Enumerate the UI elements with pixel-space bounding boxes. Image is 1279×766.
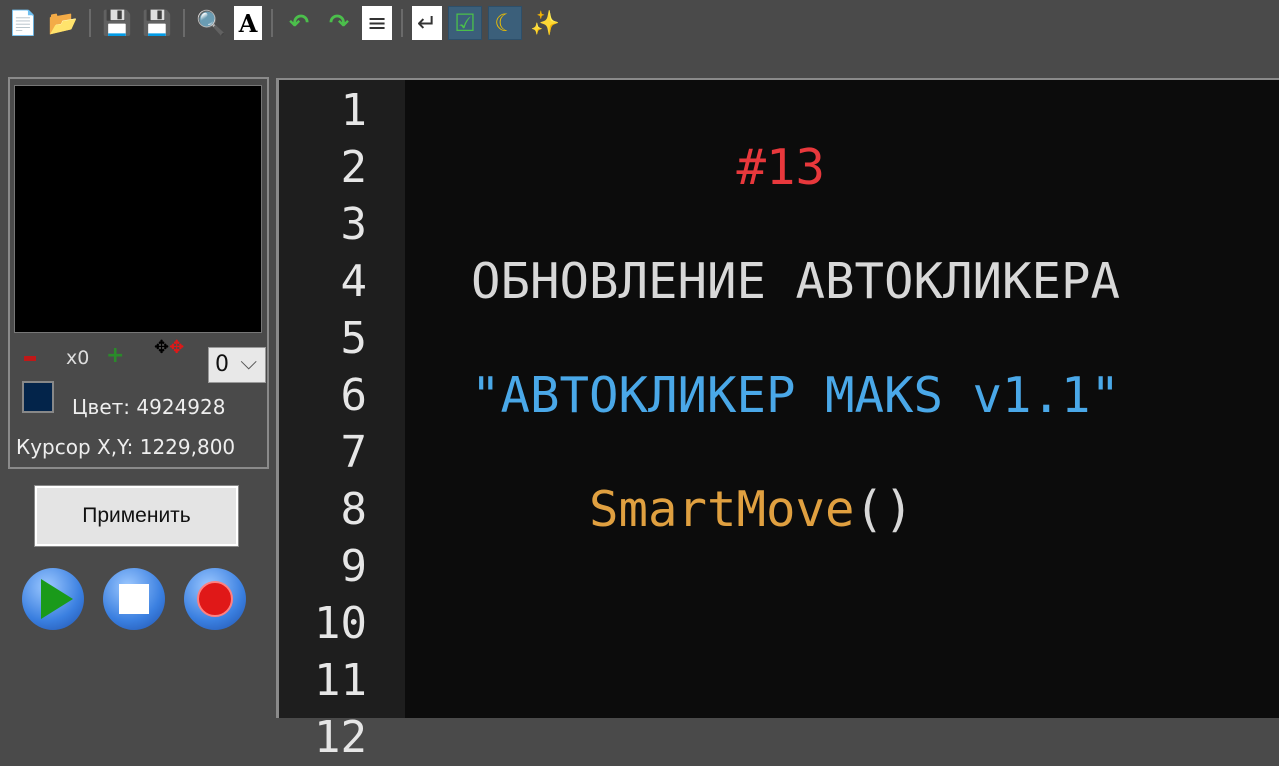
open-folder-icon[interactable]: 📂 [46,6,80,40]
checklist-icon[interactable]: ☑ [448,6,482,40]
line-number: 5 [340,313,368,364]
code-line: SmartMove() [471,481,914,538]
zoom-select[interactable]: 0 ⌵ [208,347,266,383]
undo-icon[interactable]: ↶ [282,6,316,40]
line-number: 8 [340,484,368,535]
color-swatch [22,381,54,413]
line-number: 3 [340,199,368,250]
line-number: 6 [340,370,368,421]
magic-wand-icon[interactable]: ✨ [528,6,562,40]
stop-icon [119,584,149,614]
play-icon [41,579,73,619]
code-line: "АВТОКЛИКЕР MAKS v1.1" [471,367,1120,424]
separator [271,9,273,37]
line-number-gutter: 1 2 3 4 5 6 7 8 9 10 11 12 [279,80,405,763]
magnifier-preview [14,85,262,333]
toolbar: 📄 📂 💾 💾 🔍 A ↶ ↷ ≡ ↵ ☑ ☾ ✨ [0,0,1279,46]
code-text: "АВТОКЛИКЕР MAKS v1.1" [471,367,1121,424]
move-cursor-icon[interactable]: ✥✥ [154,337,184,358]
zoom-select-value: 0 [215,352,229,377]
line-number: 4 [340,256,368,307]
save-icon[interactable]: 💾 [100,6,134,40]
code-text: ОБНОВЛЕНИЕ АВТОКЛИКЕРА [471,253,1121,310]
line-number: 7 [340,427,368,478]
code-line: ОБНОВЛЕНИЕ АВТОКЛИКЕРА [471,253,1120,310]
dark-mode-icon[interactable]: ☾ [488,6,522,40]
code-line: #13 [471,139,826,196]
line-number: 10 [314,598,367,649]
zoom-out-icon[interactable] [24,356,36,361]
line-number: 2 [340,142,368,193]
word-wrap-icon[interactable]: ↵ [412,6,442,40]
zoom-in-icon[interactable]: + [106,343,124,368]
zoom-level: x0 [66,347,90,369]
line-number: 11 [314,655,367,706]
save-all-icon[interactable]: 💾 [140,6,174,40]
align-icon[interactable]: ≡ [362,6,392,40]
code-text: #13 [471,139,826,196]
code-parens: () [854,481,914,538]
cursor-position: Курсор X,Y: 1229,800 [16,435,236,459]
play-button[interactable] [22,568,84,630]
font-icon[interactable]: A [234,6,262,40]
line-number: 9 [340,541,368,592]
line-number: 1 [340,85,368,136]
record-icon [197,581,233,617]
chevron-down-icon: ⌵ [240,350,257,375]
apply-button[interactable]: Применить [34,485,239,547]
separator [89,9,91,37]
code-text: SmartMove [471,481,855,538]
separator [401,9,403,37]
find-icon[interactable]: 🔍 [194,6,228,40]
color-picker-panel: x0 + ✥✥ 0 ⌵ Цвет: 4924928 Курсор X,Y: 122… [8,77,269,469]
color-value: Цвет: 4924928 [72,395,226,419]
stop-button[interactable] [103,568,165,630]
code-editor[interactable]: 1 2 3 4 5 6 7 8 9 10 11 12 #13 ОБНОВЛЕНИЕ АВТОКЛИКЕР… [276,78,1279,763]
new-file-icon[interactable]: 📄 [6,6,40,40]
record-button[interactable] [184,568,246,630]
separator [183,9,185,37]
redo-icon[interactable]: ↷ [322,6,356,40]
